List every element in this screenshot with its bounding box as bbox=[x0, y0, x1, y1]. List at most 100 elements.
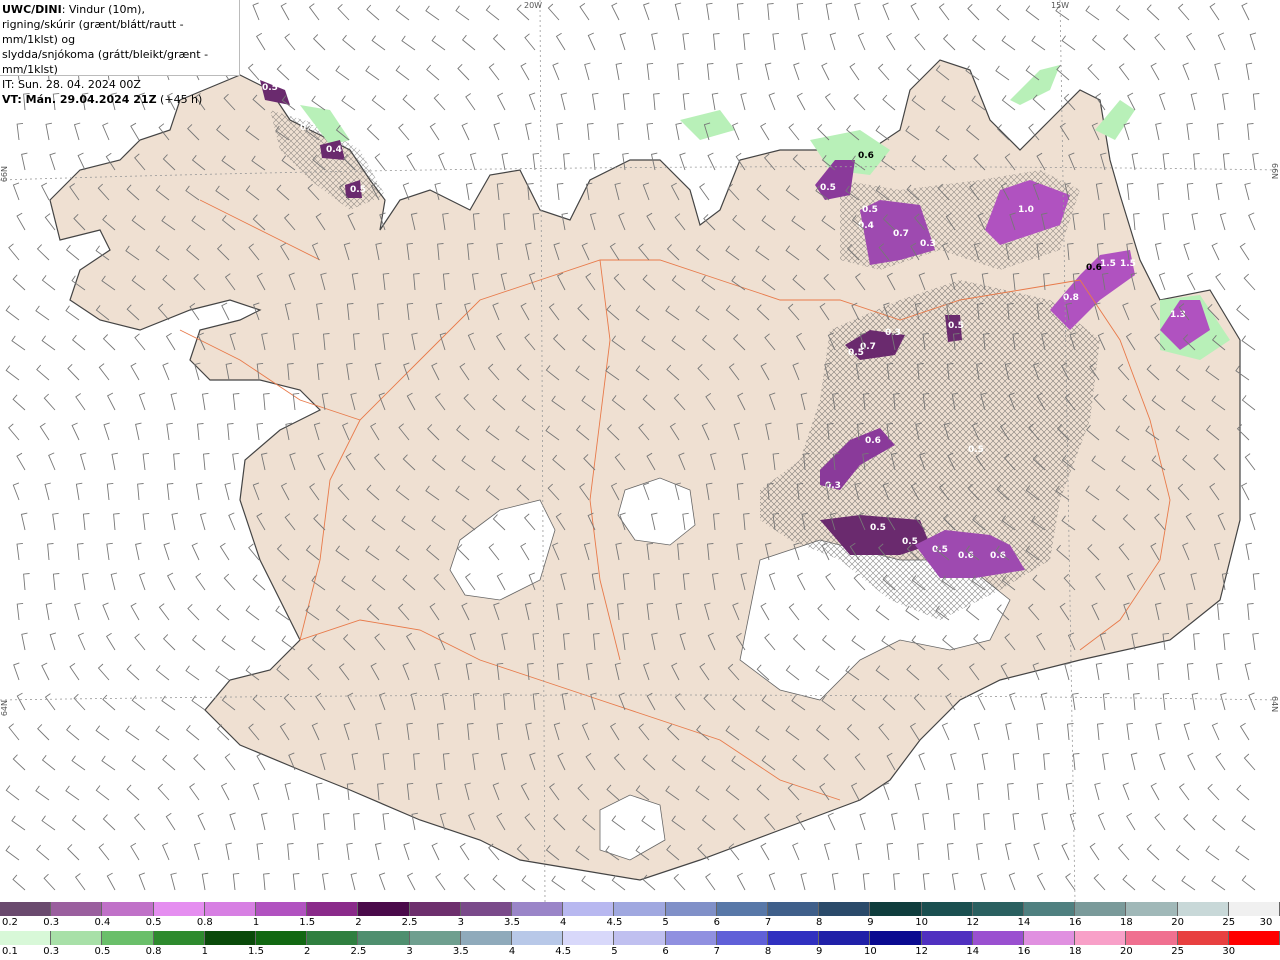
legend-label: 18 bbox=[1120, 917, 1133, 928]
legend-label: 4 bbox=[560, 917, 567, 928]
precip-label: 0.6 bbox=[958, 551, 974, 561]
legend-label: 0.8 bbox=[145, 946, 162, 957]
legend-label: 6 bbox=[662, 946, 669, 957]
legend-label: 4.5 bbox=[555, 946, 572, 957]
legend-swatch bbox=[563, 931, 615, 945]
legend-swatch bbox=[819, 902, 871, 916]
legend-swatch bbox=[1177, 902, 1229, 916]
valid-time: VT: Mán. 29.04.2024 21Z bbox=[2, 93, 157, 106]
snow-legend-labels: 0.2 0.3 0.4 0.5 0.8 1 1.5 2 2.5 3 3.5 4 4.5 5 6 7 8 9 10 12… bbox=[0, 916, 1280, 931]
rain-legend-labels: 0.1 0.3 0.5 0.8 1 1.5 2 2.5 3 3.5 4 4.5 5 6 7 8 9 10 12 14 1… bbox=[0, 945, 1280, 960]
snow-legend-swatches bbox=[0, 902, 1280, 916]
forecast-offset: (+45 h) bbox=[156, 93, 203, 106]
lat-label-64n-right: 64N bbox=[1270, 696, 1279, 713]
legend-swatch bbox=[102, 902, 154, 916]
precip-label: 0.5 bbox=[848, 348, 864, 358]
legend-swatch bbox=[1228, 931, 1280, 945]
legend-swatch bbox=[1228, 902, 1280, 916]
desc-line-3: slydda/snjókoma (grátt/bleikt/grænt - mm… bbox=[2, 48, 209, 76]
legend-swatch bbox=[358, 931, 410, 945]
legend-swatch bbox=[460, 931, 513, 945]
legend-label: 16 bbox=[1017, 946, 1031, 957]
legend-label: 9 bbox=[867, 917, 874, 928]
legend-label: 0.4 bbox=[94, 917, 111, 928]
legend-swatch bbox=[512, 902, 564, 916]
legend-label: 10 bbox=[864, 946, 877, 957]
legend-label: 5 bbox=[611, 946, 618, 957]
legend-swatch bbox=[972, 931, 1025, 945]
desc-line-1: : Vindur (10m), bbox=[61, 3, 145, 16]
legend-swatch bbox=[460, 902, 513, 916]
legend-swatch bbox=[256, 931, 308, 945]
precip-label: 1.5 bbox=[1100, 259, 1116, 269]
legend-label: 0.3 bbox=[43, 917, 60, 928]
precip-label: 0.4 bbox=[326, 145, 342, 155]
legend-label: 20 bbox=[1120, 946, 1133, 957]
precip-label: 0.5 bbox=[870, 523, 886, 533]
legend-swatch bbox=[870, 902, 922, 916]
precip-label: 0.5 bbox=[262, 83, 278, 93]
legend-swatch bbox=[102, 931, 154, 945]
legend-label: 12 bbox=[966, 917, 980, 928]
legend-label: 0.8 bbox=[196, 917, 213, 928]
info-line-title: UWC/DINI: Vindur (10m), bbox=[2, 2, 239, 17]
legend-label: 14 bbox=[1017, 917, 1031, 928]
legend-swatch bbox=[1024, 902, 1076, 916]
rain-legend-swatches bbox=[0, 931, 1280, 945]
legend-label: 30 bbox=[1259, 917, 1273, 928]
desc-line-2: rigning/skúrir (grænt/blátt/rautt - mm/1… bbox=[2, 18, 184, 46]
precip-label: 0.7 bbox=[893, 229, 909, 239]
precip-label: 1.5 bbox=[1120, 259, 1136, 269]
legend-label: 8 bbox=[816, 917, 823, 928]
legend-swatch bbox=[1075, 902, 1127, 916]
legend-swatch bbox=[665, 931, 717, 945]
legend-swatch bbox=[819, 931, 871, 945]
legend-label: 2.5 bbox=[401, 917, 418, 928]
legend-label: 0.5 bbox=[94, 946, 111, 957]
legend-label: 9 bbox=[816, 946, 823, 957]
legend-label: 14 bbox=[966, 946, 980, 957]
legend-swatch bbox=[716, 902, 769, 916]
lon-label-15w: 15W bbox=[1051, 1, 1070, 10]
legend-swatch bbox=[409, 931, 461, 945]
legend-label: 3 bbox=[406, 946, 413, 957]
precip-label: 0.3 bbox=[885, 328, 901, 338]
valid-time-line: VT: Mán. 29.04.2024 21Z (+45 h) bbox=[2, 92, 239, 107]
legend-label: 18 bbox=[1068, 946, 1082, 957]
precip-label: 0.5 bbox=[902, 537, 918, 547]
legend-swatch bbox=[665, 902, 717, 916]
precip-label: 0.5 bbox=[820, 183, 836, 193]
lat-label-66n-right: 66N bbox=[1270, 163, 1279, 180]
legend-swatch bbox=[921, 902, 973, 916]
legend-swatch bbox=[1075, 931, 1127, 945]
map-info-box: UWC/DINI: Vindur (10m), rigning/skúrir (… bbox=[0, 0, 240, 106]
legend-label: 3.5 bbox=[504, 917, 520, 928]
legend-swatch bbox=[0, 902, 52, 916]
legend-swatch bbox=[972, 902, 1025, 916]
legend-swatch bbox=[921, 931, 973, 945]
legend-label: 2.5 bbox=[350, 946, 367, 957]
legend-label: 1 bbox=[252, 917, 260, 928]
legend-label: 1.5 bbox=[299, 917, 316, 928]
legend-label: 3 bbox=[457, 917, 464, 928]
legend-swatch bbox=[51, 931, 103, 945]
legend-swatch bbox=[1024, 931, 1076, 945]
precip-label: 1.0 bbox=[1018, 205, 1034, 215]
legend-swatch bbox=[307, 931, 359, 945]
rain-legend: 0.1 0.3 0.5 0.8 1 1.5 2 2.5 3 3.5 4 4.5 5 6 7 8 9 10 12 14 1… bbox=[0, 931, 1280, 960]
legend-swatch bbox=[204, 931, 257, 945]
legend-label: 25 bbox=[1222, 917, 1236, 928]
lat-label-66n-left: 66N bbox=[0, 166, 9, 183]
legend-swatch bbox=[563, 902, 615, 916]
precip-label: 0.6 bbox=[858, 151, 874, 161]
legend-swatch bbox=[768, 931, 820, 945]
legend-swatch bbox=[512, 931, 564, 945]
model-name: UWC/DINI bbox=[2, 3, 62, 16]
legend-swatch bbox=[204, 902, 257, 916]
legend-label: 25 bbox=[1171, 946, 1184, 957]
precip-label: 0.6 bbox=[1086, 263, 1102, 273]
legend-swatch bbox=[870, 931, 922, 945]
legend-swatch bbox=[307, 902, 359, 916]
precip-label: 0.5 bbox=[968, 445, 984, 455]
legend-swatch bbox=[716, 931, 769, 945]
